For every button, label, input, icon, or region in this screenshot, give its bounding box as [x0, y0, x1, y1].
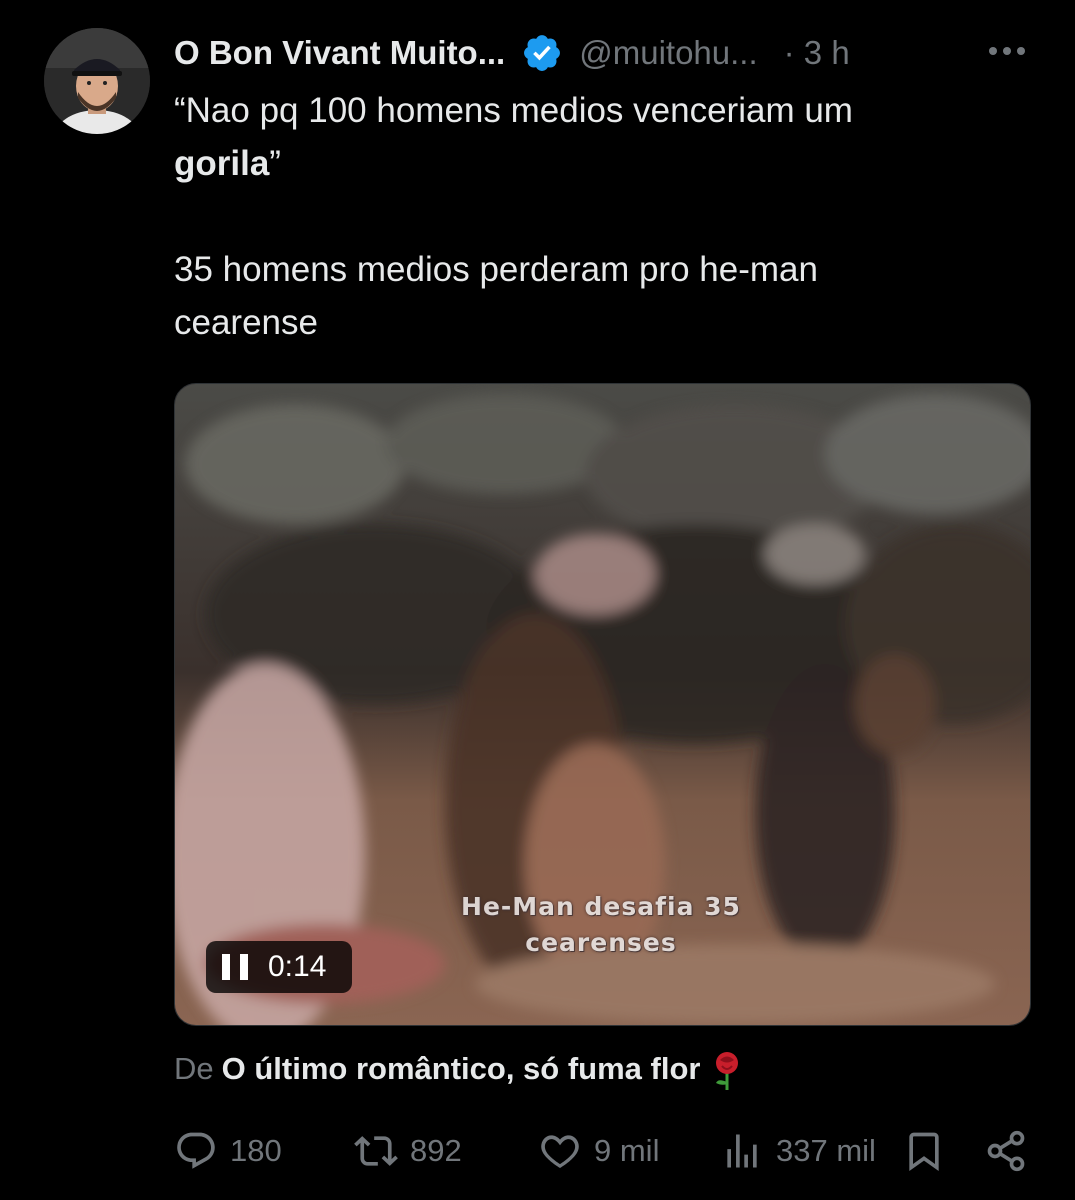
attribution-prefix: De — [174, 1051, 214, 1087]
repost-icon — [354, 1136, 398, 1166]
tweet-text-bold: gorila — [174, 144, 270, 183]
verified-badge-icon[interactable] — [521, 32, 563, 74]
avatar-image — [44, 28, 150, 134]
author-name[interactable]: O Bon Vivant Muito... — [174, 34, 505, 72]
more-options-icon[interactable] — [987, 36, 1027, 66]
bookmark-button[interactable] — [902, 1125, 946, 1177]
rose-icon — [716, 1052, 739, 1090]
bookmark-icon — [909, 1132, 939, 1172]
video-media[interactable]: He-Man desafia 35 cearenses — [174, 383, 1031, 1026]
repost-count: 892 — [410, 1133, 462, 1168]
video-caption: He-Man desafia 35 cearenses — [411, 889, 791, 961]
pause-icon[interactable] — [222, 954, 248, 980]
video-player-control[interactable]: 0:14 — [206, 941, 352, 993]
tweet-timestamp[interactable]: · 3 h — [784, 34, 850, 72]
tweet-text-line: 35 homens medios perderam pro he-man — [174, 243, 1004, 296]
author-handle[interactable]: @muitohu... — [579, 34, 757, 72]
tweet-text-line: gorila” — [174, 137, 1004, 190]
tweet-text-segment: cearense — [174, 303, 318, 342]
community-attribution: De O último romântico, só fuma flor — [174, 1050, 744, 1092]
views-count: 337 mil — [776, 1133, 876, 1168]
tweet-text-segment: 35 homens medios perderam pro he-man — [174, 250, 818, 289]
video-time: 0:14 — [268, 950, 327, 983]
reply-count: 180 — [230, 1133, 282, 1168]
like-count: 9 mil — [594, 1133, 660, 1168]
share-button[interactable] — [984, 1125, 1028, 1177]
tweet-header: O Bon Vivant Muito... @muitohu... · 3 h — [174, 28, 1035, 78]
reply-icon — [177, 1132, 215, 1169]
repost-button[interactable]: 892 — [354, 1125, 462, 1177]
video-caption-line: cearenses — [525, 928, 677, 957]
tweet-text-line: “Nao pq 100 homens medios venceriam um — [174, 84, 1004, 137]
reply-button[interactable]: 180 — [174, 1125, 282, 1177]
tweet-text-line: cearense — [174, 296, 1004, 349]
views-button[interactable]: 337 mil — [720, 1125, 876, 1177]
video-caption-line: He-Man desafia 35 — [461, 892, 741, 921]
analytics-icon — [727, 1134, 757, 1168]
tweet-text-segment: “Nao pq 100 homens medios venceriam um — [174, 91, 853, 130]
share-icon — [987, 1130, 1025, 1172]
like-button[interactable]: 9 mil — [538, 1125, 659, 1177]
tweet-text: “Nao pq 100 homens medios venceriam um g… — [174, 84, 1004, 349]
tweet-text-segment: ” — [269, 144, 281, 183]
tweet-actions: 180 892 9 mil 337 mil — [174, 1125, 1034, 1177]
author-avatar[interactable] — [44, 28, 150, 134]
heart-icon — [541, 1135, 579, 1168]
community-name[interactable]: O último romântico, só fuma flor — [222, 1051, 701, 1086]
